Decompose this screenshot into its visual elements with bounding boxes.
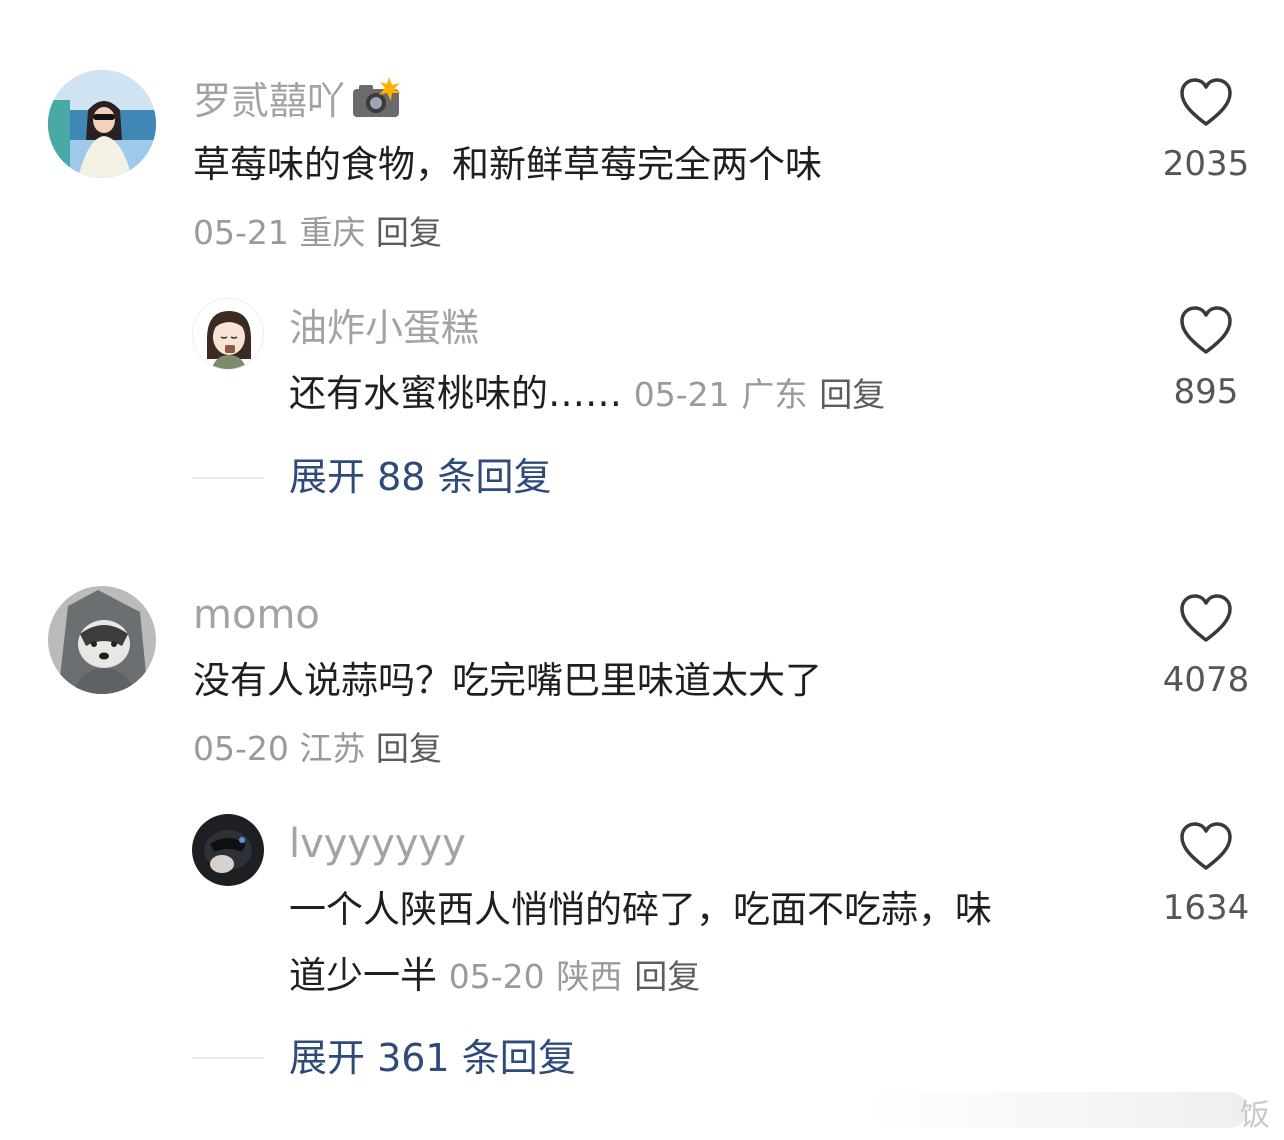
comment-text: 没有人说蒜吗？吃完嘴巴里味道太大了 [193, 659, 822, 702]
reply-text-continued: 道少一半 [289, 954, 437, 997]
like-count: 2035 [1162, 144, 1250, 184]
comment-date: 05-20 [193, 729, 289, 768]
like-button[interactable] [1178, 592, 1234, 648]
reply-date: 05-20 [448, 957, 545, 996]
comment-date: 05-21 [193, 213, 289, 252]
camera-flash-icon [349, 77, 403, 130]
avatar-image [48, 70, 156, 178]
user-avatar[interactable] [192, 814, 264, 886]
reply-location: 广东 [741, 375, 808, 414]
comment-meta: 05-20 江苏 回复 [193, 729, 442, 769]
like-count: 1634 [1162, 888, 1250, 928]
heart-icon [1180, 822, 1232, 870]
reply-button[interactable]: 回复 [376, 729, 442, 768]
heart-icon [1180, 306, 1232, 354]
like-button[interactable] [1178, 304, 1234, 360]
reply-text-line: 道少一半 05-20 陕西 回复 [289, 954, 700, 998]
comment-meta: 05-21 重庆 回复 [193, 213, 442, 253]
reply-text: 还有水蜜桃味的…… [289, 372, 622, 415]
avatar-image [48, 586, 156, 694]
reply-button[interactable]: 回复 [634, 957, 700, 996]
reply-date: 05-21 [633, 375, 730, 414]
reply-username[interactable]: 油炸小蛋糕 [289, 306, 479, 350]
like-count: 895 [1173, 372, 1239, 412]
reply-text-line: 还有水蜜桃味的…… 05-21 广东 回复 [289, 372, 885, 416]
avatar-image [193, 299, 263, 369]
expand-replies-button[interactable]: 展开 88 条回复 [289, 455, 552, 499]
heart-icon [1180, 78, 1232, 126]
reply-button[interactable]: 回复 [376, 213, 442, 252]
divider [192, 1057, 264, 1059]
heart-icon [1180, 594, 1232, 642]
reply-location: 陕西 [556, 957, 623, 996]
comment-username[interactable]: 罗贰囍吖 [193, 77, 403, 130]
like-count: 4078 [1162, 660, 1250, 700]
username-text: 罗贰囍吖 [193, 79, 346, 123]
expand-replies-button[interactable]: 展开 361 条回复 [289, 1036, 576, 1080]
watermark-bar [868, 1092, 1248, 1128]
comment-username[interactable]: momo [193, 593, 320, 637]
like-button[interactable] [1178, 820, 1234, 876]
comment-location: 重庆 [299, 213, 366, 252]
like-button[interactable] [1178, 76, 1234, 132]
comment-text: 草莓味的食物，和新鲜草莓完全两个味 [193, 143, 822, 186]
avatar-image [192, 814, 264, 886]
user-avatar[interactable] [48, 586, 156, 694]
reply-text: 一个人陕西人悄悄的碎了，吃面不吃蒜，味 [289, 888, 992, 931]
comment-location: 江苏 [299, 729, 366, 768]
reply-username[interactable]: lvyyyyyy [289, 822, 466, 866]
user-avatar[interactable] [192, 298, 264, 370]
reply-button[interactable]: 回复 [819, 375, 885, 414]
user-avatar[interactable] [48, 70, 156, 178]
watermark-text: 饭 [1240, 1098, 1270, 1133]
divider [192, 477, 264, 479]
